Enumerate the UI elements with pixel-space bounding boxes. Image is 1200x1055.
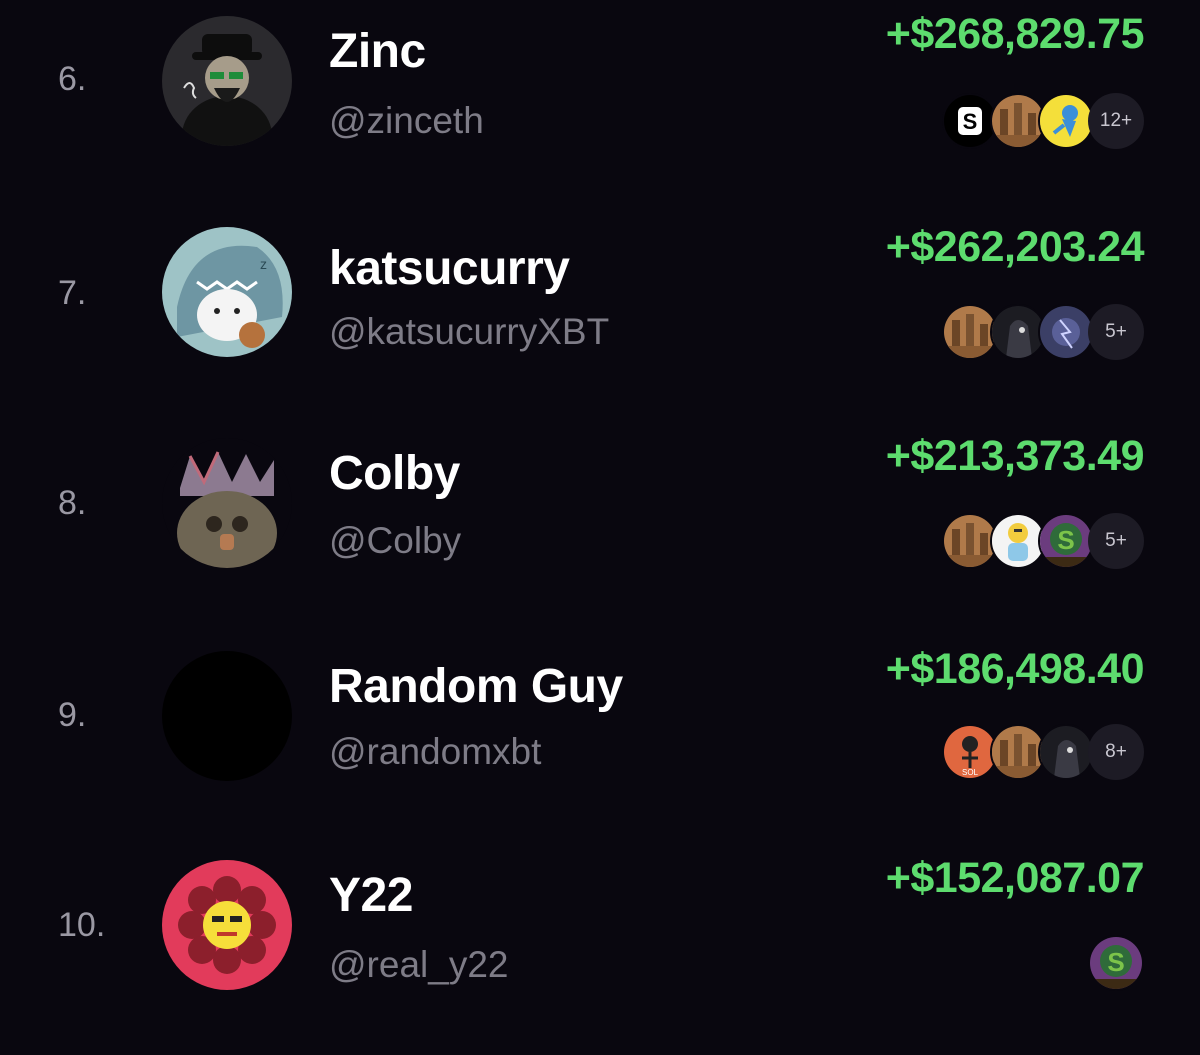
- leaderboard-row[interactable]: 6. Zinc @zinceth +$268,829.75 S 12+: [0, 0, 1200, 211]
- blank-avatar-icon[interactable]: [162, 651, 292, 781]
- svg-text:S: S: [1057, 525, 1074, 555]
- trader-handle[interactable]: @zinceth: [329, 100, 484, 142]
- token-list: S 12+: [942, 93, 1144, 149]
- profit-amount: +$268,829.75: [885, 10, 1145, 58]
- trader-name[interactable]: Random Guy: [329, 659, 623, 714]
- more-tokens-badge[interactable]: 5+: [1088, 513, 1144, 569]
- rank-number: 6.: [58, 60, 87, 98]
- more-tokens-badge[interactable]: 8+: [1088, 724, 1144, 780]
- storm-token-icon[interactable]: [1038, 304, 1094, 360]
- leaderboard-row[interactable]: 10. Y22 @real_y22 +$152,087.07 S: [0, 844, 1200, 1055]
- shark-cat-avatar-icon[interactable]: z: [162, 227, 292, 357]
- trader-name[interactable]: Colby: [329, 446, 460, 501]
- trader-name[interactable]: Zinc: [329, 24, 426, 79]
- trader-handle[interactable]: @randomxbt: [329, 731, 541, 773]
- rank-number: 8.: [58, 484, 87, 522]
- leaderboard-row[interactable]: 7. z katsucurry @katsucurryXBT +$262,203…: [0, 211, 1200, 422]
- hooded-figure-avatar-icon[interactable]: [162, 16, 292, 146]
- token-list: 5+: [942, 304, 1144, 360]
- svg-text:S: S: [1107, 947, 1124, 977]
- svg-text:S: S: [963, 109, 978, 134]
- crowned-creature-avatar-icon[interactable]: [162, 438, 292, 568]
- trader-handle[interactable]: @Colby: [329, 520, 461, 562]
- profit-amount: +$262,203.24: [885, 223, 1145, 271]
- trader-handle[interactable]: @real_y22: [329, 944, 509, 986]
- dark-figure-token-icon[interactable]: [1038, 724, 1094, 780]
- profit-amount: +$213,373.49: [885, 432, 1145, 480]
- more-tokens-badge[interactable]: 5+: [1088, 304, 1144, 360]
- token-list: SOL 8+: [942, 724, 1144, 780]
- popcat-s-token-icon[interactable]: S: [1038, 513, 1094, 569]
- svg-text:SOL: SOL: [962, 768, 979, 777]
- rank-number: 7.: [58, 274, 87, 312]
- popcat-s-token-icon[interactable]: S: [1088, 935, 1144, 991]
- rank-number: 9.: [58, 696, 87, 734]
- profit-amount: +$186,498.40: [885, 645, 1145, 693]
- trader-handle[interactable]: @katsucurryXBT: [329, 311, 609, 353]
- token-list: S: [1088, 935, 1144, 991]
- leaderboard-row[interactable]: 8. Colby @Colby +$213,373.49 S 5+: [0, 422, 1200, 633]
- profit-amount: +$152,087.07: [885, 854, 1145, 902]
- token-list: S 5+: [942, 513, 1144, 569]
- blue-creature-token-icon[interactable]: [1038, 93, 1094, 149]
- leaderboard-row[interactable]: 9. Random Guy @randomxbt +$186,498.40 SO…: [0, 633, 1200, 844]
- more-tokens-badge[interactable]: 12+: [1088, 93, 1144, 149]
- trader-name[interactable]: Y22: [329, 868, 413, 923]
- trader-name[interactable]: katsucurry: [329, 241, 570, 296]
- rank-number: 10.: [58, 906, 106, 944]
- pixel-flower-avatar-icon[interactable]: [162, 860, 292, 990]
- svg-text:z: z: [260, 256, 267, 272]
